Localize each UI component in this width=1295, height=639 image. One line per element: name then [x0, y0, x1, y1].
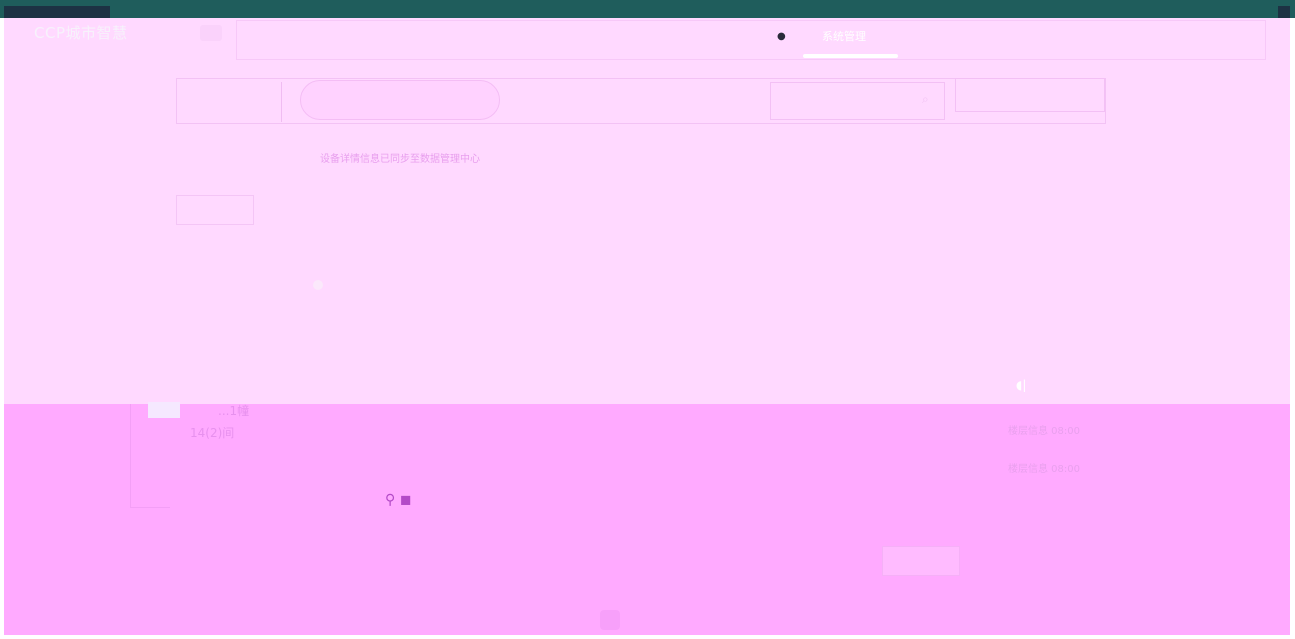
building-label: ...1幢	[218, 404, 250, 418]
info-line: 楼层信息 08:00	[1008, 464, 1080, 475]
side-outline	[130, 404, 170, 508]
nav-dot-icon: ●	[777, 31, 786, 42]
map-marker-icon[interactable]: ⚲ ◼	[385, 492, 411, 508]
window-control[interactable]	[1278, 6, 1290, 18]
room-label: 14(2)间	[190, 426, 235, 440]
info-marker-icon: ◖|	[1016, 378, 1027, 392]
search-icon[interactable]: ⌕	[922, 92, 929, 107]
notice-text: 设备详情信息已同步至数据管理中心	[320, 154, 480, 165]
tab-action-button[interactable]	[955, 78, 1105, 112]
top-bar	[0, 0, 1295, 18]
cancel-button[interactable]	[814, 550, 874, 574]
tab-first[interactable]	[300, 80, 500, 120]
tabs-divider	[281, 82, 282, 122]
confirm-button[interactable]	[882, 546, 960, 576]
search-input[interactable]	[770, 82, 945, 120]
filter-box[interactable]	[176, 195, 254, 225]
header-nav	[236, 20, 1266, 60]
bottom-action-icon[interactable]	[600, 610, 620, 630]
building-icon	[148, 402, 180, 418]
nav-item-system-management[interactable]: 系统管理	[822, 28, 866, 44]
status-dot-icon	[313, 280, 323, 290]
info-line: 楼层信息 08:00	[1008, 426, 1080, 437]
logo-icon	[200, 25, 222, 41]
nav-active-indicator	[803, 54, 898, 58]
top-bar-logo-block	[4, 6, 110, 18]
app-title: CCP城市智慧	[34, 24, 128, 42]
